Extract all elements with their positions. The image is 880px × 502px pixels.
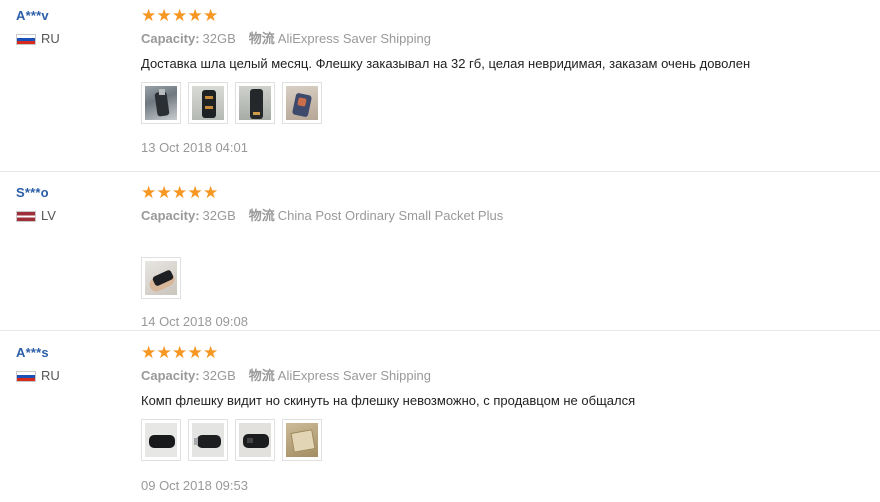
review-photo-thumbnail[interactable] <box>282 419 322 461</box>
review-photo-thumbnail[interactable] <box>141 82 181 124</box>
star-icon: ★ <box>203 183 219 202</box>
country-code: RU <box>41 368 60 383</box>
reviewer-name[interactable]: S***o <box>16 185 126 201</box>
review-divider <box>0 171 880 172</box>
latvia-flag-icon <box>16 210 36 222</box>
shipping-value: AliExpress Saver Shipping <box>277 31 431 46</box>
star-icon: ★ <box>172 343 188 362</box>
flashdrive-photo <box>192 423 224 457</box>
shipping-label: 物流 <box>248 31 275 46</box>
review-photos <box>141 82 861 124</box>
review-photo-thumbnail[interactable] <box>141 419 181 461</box>
flashdrive-photo <box>286 86 318 120</box>
reviewer-info: A***v RU <box>16 8 126 46</box>
review-date: 13 Oct 2018 04:01 <box>141 140 248 155</box>
star-rating: ★ ★ ★ ★ ★ <box>141 343 861 362</box>
reviewer-country: RU <box>16 32 126 46</box>
star-icon: ★ <box>187 6 203 25</box>
flashdrive-photo <box>192 86 224 120</box>
order-info: Capacity: 32GB 物流 China Post Ordinary Small… <box>141 208 861 224</box>
review-text: Комп флешку видит но скинуть на флешку н… <box>141 393 636 408</box>
review-content: ★ ★ ★ ★ ★ Capacity: 32GB 物流 AliExpress Saver Sh… <box>141 343 861 494</box>
star-icon: ★ <box>156 6 172 25</box>
reviewer-country: RU <box>16 369 126 383</box>
review-photos <box>141 257 861 299</box>
review-content: ★ ★ ★ ★ ★ Capacity: 32GB 物流 China Post Ordinary… <box>141 183 861 330</box>
capacity-value: 32GB <box>202 368 236 383</box>
review-divider <box>0 330 880 331</box>
star-icon: ★ <box>187 183 203 202</box>
flashdrive-photo <box>239 86 271 120</box>
capacity-label: Capacity: <box>141 31 200 46</box>
review-content: ★ ★ ★ ★ ★ Capacity: 32GB 物流 AliExpress Saver Sh… <box>141 6 861 156</box>
country-code: LV <box>41 208 56 223</box>
reviewer-name[interactable]: A***v <box>16 8 126 24</box>
flashdrive-photo <box>145 86 177 120</box>
capacity-value: 32GB <box>202 208 236 223</box>
package-photo <box>286 423 318 457</box>
reviewer-info: S***o LV <box>16 185 126 223</box>
review-text: Доставка шла целый месяц. Флешку заказыв… <box>141 56 751 71</box>
star-icon: ★ <box>203 343 219 362</box>
order-info: Capacity: 32GB 物流 AliExpress Saver Shipping <box>141 368 861 384</box>
shipping-label: 物流 <box>248 368 275 383</box>
review-photo-thumbnail[interactable] <box>282 82 322 124</box>
star-rating: ★ ★ ★ ★ ★ <box>141 183 861 202</box>
flashdrive-photo <box>145 423 177 457</box>
review-photo-thumbnail[interactable] <box>188 82 228 124</box>
flashdrive-photo <box>239 423 271 457</box>
review-photo-thumbnail[interactable] <box>141 257 181 299</box>
review-text <box>141 233 861 249</box>
star-icon: ★ <box>141 343 157 362</box>
capacity-label: Capacity: <box>141 368 200 383</box>
star-rating: ★ ★ ★ ★ ★ <box>141 6 861 25</box>
shipping-value: China Post Ordinary Small Packet Plus <box>277 208 504 223</box>
star-icon: ★ <box>141 183 157 202</box>
review-photo-thumbnail[interactable] <box>235 419 275 461</box>
reviewer-name[interactable]: A***s <box>16 345 126 361</box>
russia-flag-icon <box>16 370 36 382</box>
star-icon: ★ <box>156 343 172 362</box>
review-photo-thumbnail[interactable] <box>188 419 228 461</box>
star-icon: ★ <box>156 183 172 202</box>
star-icon: ★ <box>172 6 188 25</box>
reviewer-country: LV <box>16 209 126 223</box>
shipping-label: 物流 <box>248 208 275 223</box>
country-code: RU <box>41 31 60 46</box>
reviewer-info: A***s RU <box>16 345 126 383</box>
capacity-label: Capacity: <box>141 208 200 223</box>
review-date: 09 Oct 2018 09:53 <box>141 478 248 493</box>
star-icon: ★ <box>203 6 219 25</box>
flashdrive-in-hand-photo <box>145 261 177 295</box>
review-photos <box>141 419 861 461</box>
review-photo-thumbnail[interactable] <box>235 82 275 124</box>
star-icon: ★ <box>187 343 203 362</box>
capacity-value: 32GB <box>202 31 236 46</box>
review-date: 14 Oct 2018 09:08 <box>141 314 248 329</box>
order-info: Capacity: 32GB 物流 AliExpress Saver Shipping <box>141 31 861 47</box>
star-icon: ★ <box>141 6 157 25</box>
russia-flag-icon <box>16 33 36 45</box>
shipping-value: AliExpress Saver Shipping <box>277 368 431 383</box>
star-icon: ★ <box>172 183 188 202</box>
